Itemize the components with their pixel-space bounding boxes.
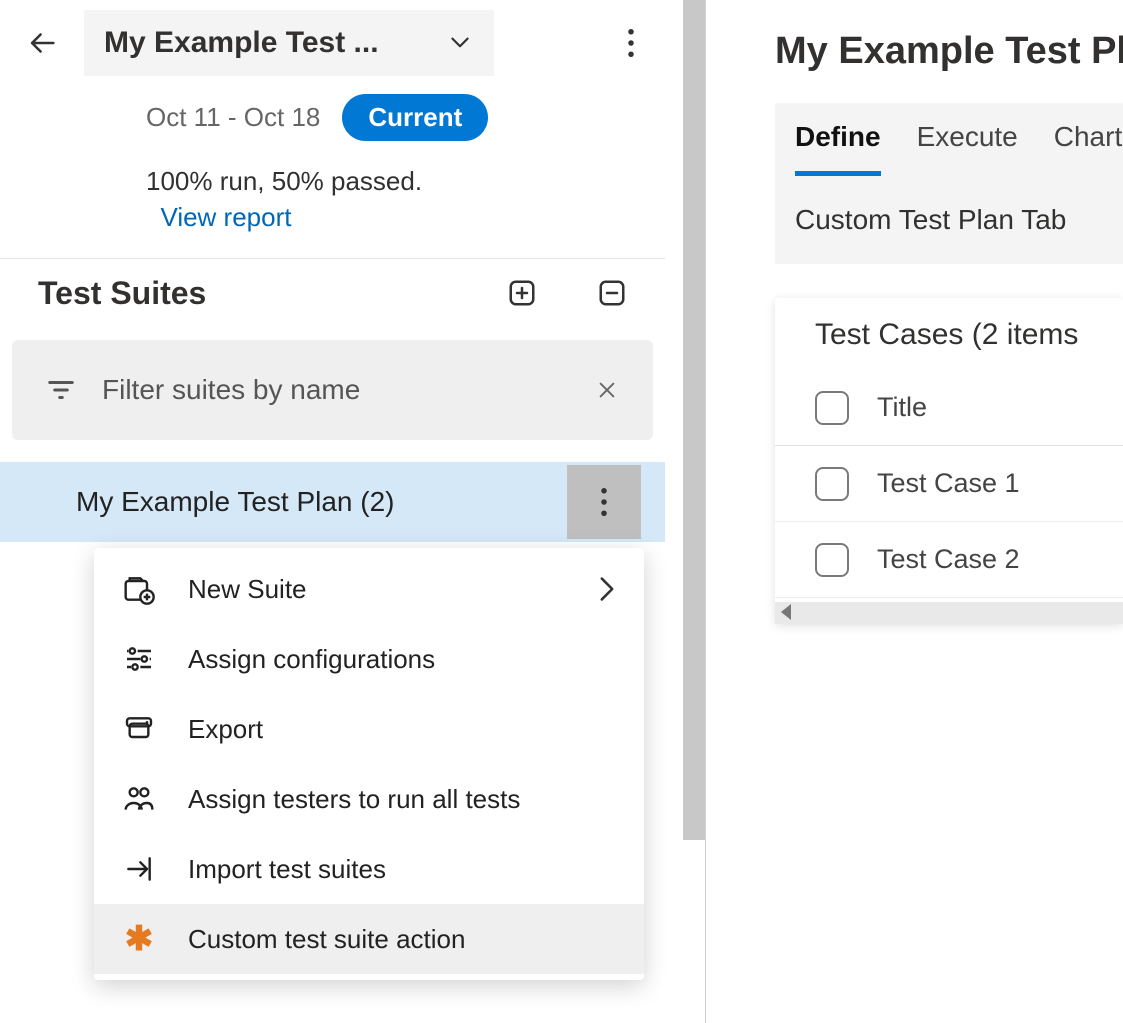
table-row[interactable]: Test Case 1 [775,446,1123,522]
run-stats: 100% run, 50% passed. [146,166,422,196]
panel-divider [705,0,706,1023]
test-cases-heading: Test Cases (2 items [815,318,1123,352]
plan-title: My Example Test ... [104,26,418,60]
new-suite-icon [122,572,156,606]
menu-item-new-suite[interactable]: New Suite [94,554,644,624]
vertical-scrollbar[interactable] [683,0,705,1023]
scrollbar-thumb[interactable] [683,0,705,840]
back-button[interactable] [10,11,74,75]
menu-item-label: Assign testers to run all tests [188,784,520,815]
suite-context-menu: New Suite Assign configurations Export [94,548,644,980]
test-suites-heading: Test Suites [38,275,206,312]
table-header-row: Title [775,370,1123,446]
arrow-left-icon [25,26,59,60]
kebab-icon [627,28,635,58]
menu-item-label: Export [188,714,263,745]
menu-item-assign-configurations[interactable]: Assign configurations [94,624,644,694]
close-icon [596,379,618,401]
testers-icon [122,782,156,816]
collapse-all-button[interactable] [597,278,627,308]
expand-icon [507,278,537,308]
chevron-down-icon [446,29,474,57]
expand-all-button[interactable] [507,278,537,308]
row-title: Test Case 2 [877,544,1020,575]
clear-filter-button[interactable] [595,378,619,402]
plan-dropdown[interactable]: My Example Test ... [84,10,494,76]
chevron-right-icon [598,576,616,602]
tab-strip: Define Execute Chart [775,121,1123,176]
menu-item-export[interactable]: Export [94,694,644,764]
tab-chart[interactable]: Chart [1054,121,1122,176]
kebab-icon [600,487,608,517]
menu-item-label: Assign configurations [188,644,435,675]
table-row[interactable]: Test Case 2 [775,522,1123,598]
date-range: Oct 11 - Oct 18 [146,102,320,133]
page-title: My Example Test Pla [775,30,1123,73]
current-badge: Current [342,94,488,141]
filter-placeholder: Filter suites by name [102,374,569,406]
tab-execute[interactable]: Execute [917,121,1018,176]
menu-item-assign-testers[interactable]: Assign testers to run all tests [94,764,644,834]
menu-item-label: Import test suites [188,854,386,885]
column-title: Title [877,392,927,423]
suite-row[interactable]: My Example Test Plan (2) [0,462,665,542]
custom-tab-label: Custom Test Plan Tab [775,176,1123,264]
horizontal-scrollbar[interactable] [775,602,1123,624]
test-cases-panel: Test Cases (2 items Title Test Case 1 Te… [775,298,1123,624]
config-icon [122,642,156,676]
suite-row-more-button[interactable] [567,465,641,539]
menu-item-label: New Suite [188,574,307,605]
filter-suites-input[interactable]: Filter suites by name [12,340,653,440]
menu-item-label: Custom test suite action [188,924,465,955]
filter-icon [46,377,76,403]
row-checkbox[interactable] [815,543,849,577]
more-actions-button[interactable] [607,15,655,71]
tab-define[interactable]: Define [795,121,881,176]
suite-row-label: My Example Test Plan (2) [76,486,395,518]
view-report-link[interactable]: View report [160,202,291,232]
import-icon [122,852,156,886]
row-checkbox[interactable] [815,467,849,501]
row-title: Test Case 1 [877,468,1020,499]
scroll-left-arrow-icon [781,604,791,620]
menu-item-custom-action[interactable]: ✱ Custom test suite action [94,904,644,974]
menu-item-import-suites[interactable]: Import test suites [94,834,644,904]
asterisk-icon: ✱ [122,922,156,956]
export-icon [122,712,156,746]
collapse-icon [597,278,627,308]
select-all-checkbox[interactable] [815,391,849,425]
